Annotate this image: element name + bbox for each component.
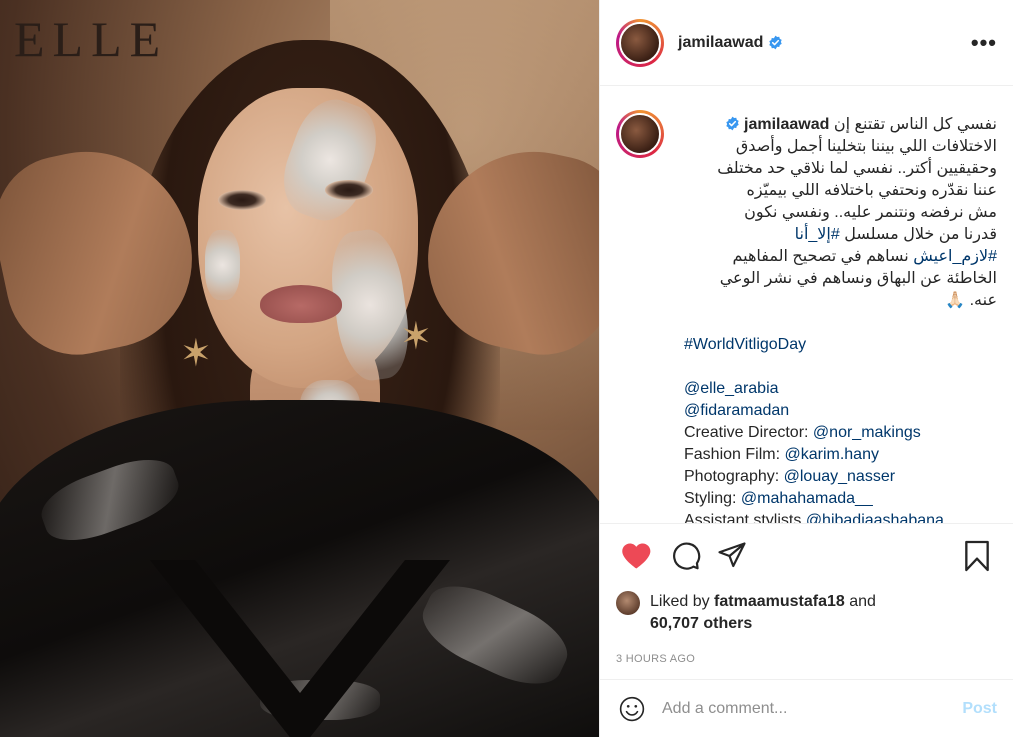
post-side-panel: jamilaawad ••• نفسي كل الناس تقتنع إن ja…	[599, 0, 1013, 737]
avatar	[619, 113, 661, 155]
caption-arabic: نفسي كل الناس تقتنع إن jamilaawad الاختل…	[684, 114, 997, 312]
post-photo[interactable]: ✶ ✶ ELLE	[0, 0, 599, 737]
earring-right: ✶	[400, 316, 432, 358]
like-button[interactable]	[616, 536, 656, 576]
mention-link[interactable]: @karim.hany	[784, 446, 879, 463]
liker-avatar[interactable]	[616, 591, 640, 615]
caption-arabic-line-7: الخاطئة عن البهاق ونساهم في نشر الوعي	[719, 270, 997, 287]
comment-button[interactable]	[666, 536, 706, 576]
mention-link-elle[interactable]: @elle_arabia	[684, 380, 779, 397]
hashtag-link-series[interactable]: #إلا_أنا	[795, 226, 840, 243]
author-avatar-ring[interactable]	[616, 18, 664, 67]
more-options-icon[interactable]: •••	[971, 30, 997, 56]
credit-line: Photography: @louay_nasser	[684, 468, 896, 485]
caption-arabic-line-0: نفسي كل الناس تقتنع إن	[833, 116, 997, 133]
verified-badge-icon	[769, 35, 783, 50]
caption-text: نفسي كل الناس تقتنع إن jamilaawad الاختل…	[684, 114, 997, 523]
likes-summary: Liked by fatmaamustafa18 and 60,707 othe…	[650, 593, 876, 632]
likes-count[interactable]: 60,707 others	[650, 615, 752, 632]
verified-badge-icon	[725, 116, 739, 131]
post-header: jamilaawad •••	[600, 0, 1013, 86]
emoji-picker-button[interactable]	[616, 693, 648, 725]
caption-line: قدرنا من خلال مسلسل #إلا_أنا	[684, 224, 997, 246]
bookmark-icon	[965, 540, 989, 571]
credit-line: Assistant stylists @hibadiaashabana	[684, 510, 997, 523]
caption-arabic-line-4: مش نرفضه ونتنمر عليه.. ونفسي نكون	[744, 204, 997, 221]
share-button[interactable]	[712, 536, 752, 576]
caption-avatar-ring[interactable]	[616, 110, 664, 158]
credit-line: Styling: @mahahamada__	[684, 490, 873, 507]
mention-link[interactable]: @hibadiaashabana	[806, 512, 944, 523]
caption-arabic-line-3: عننا نقدّره ونحتفي باختلافه اللي بيميّزه	[746, 182, 997, 199]
caption-arabic-line-1: الاختلافات اللي بيننا بتخلينا أجمل وأصدق	[735, 138, 997, 155]
hashtag-link-world-vitiligo[interactable]: #WorldVitligoDay	[684, 336, 806, 353]
comment-icon	[673, 542, 701, 570]
action-bar	[600, 523, 1013, 587]
post-comment-button[interactable]: Post	[962, 700, 997, 718]
caption-arabic-line-8: عنه. 🙏🏻	[945, 292, 997, 309]
caption-area: نفسي كل الناس تقتنع إن jamilaawad الاختل…	[600, 86, 1013, 523]
heart-icon	[622, 543, 651, 568]
likes-row: Liked by fatmaamustafa18 and 60,707 othe…	[600, 587, 1013, 639]
liker-username[interactable]: fatmaamustafa18	[714, 593, 845, 610]
credit-line: Creative Director: @nor_makings	[684, 424, 921, 441]
comment-input[interactable]	[662, 699, 963, 718]
credit-line: Fashion Film: @karim.hany	[684, 446, 879, 463]
comment-box: Post	[600, 679, 1013, 737]
hashtag-link-lazem[interactable]: #لازم_اعيش	[913, 248, 997, 265]
caption-username[interactable]: jamilaawad	[744, 116, 829, 133]
caption-arabic-line-2: وحقيقيين أكتر.. نفسي لما نلاقي حد مختلف	[717, 160, 997, 177]
caption-arabic-line-5: قدرنا من خلال مسلسل	[844, 226, 997, 243]
author-username[interactable]: jamilaawad	[678, 34, 763, 52]
mention-link-fida[interactable]: @fidaramadan	[684, 402, 789, 419]
post-timestamp[interactable]: 3 HOURS AGO	[600, 639, 1013, 679]
earring-left: ✶	[180, 333, 212, 375]
caption-arabic-line-6: نساهم في تصحيح المفاهيم	[732, 248, 909, 265]
smiley-icon	[619, 696, 645, 721]
mention-link[interactable]: @louay_nasser	[784, 468, 895, 485]
avatar	[619, 21, 661, 64]
instagram-post-modal: ✶ ✶ ELLE jamilaawad ••• نفسي كل الناس تق…	[0, 0, 1013, 737]
mention-link[interactable]: @nor_makings	[813, 424, 921, 441]
save-button[interactable]	[957, 536, 997, 576]
paper-plane-icon	[718, 541, 746, 567]
caption-line: #لازم_اعيش نساهم في تصحيح المفاهيم	[684, 246, 997, 268]
mention-link[interactable]: @mahahamada__	[741, 490, 873, 507]
caption-line: نفسي كل الناس تقتنع إن jamilaawad	[684, 114, 997, 136]
magazine-logo: ELLE	[14, 11, 169, 67]
